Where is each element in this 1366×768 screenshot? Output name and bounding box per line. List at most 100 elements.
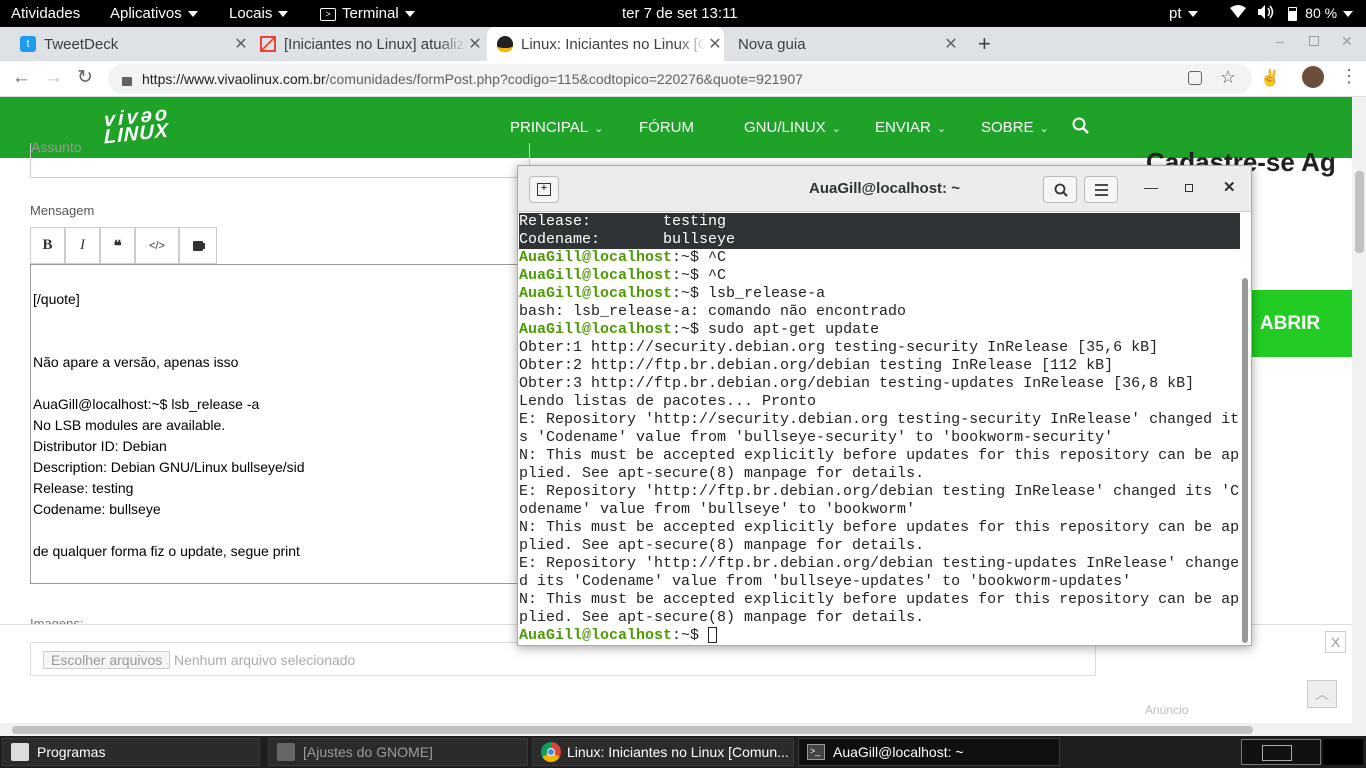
taskbar-item-gnome-tweaks[interactable]: [Ajustes do GNOME] <box>268 738 528 766</box>
minimize-icon[interactable]: — <box>1144 179 1158 195</box>
terminal-app-menu[interactable]: > Terminal <box>320 5 415 22</box>
terminal-prompt: AuaGill@localhost <box>519 285 673 302</box>
chrome-icon <box>541 742 561 762</box>
code-button[interactable]: </> <box>135 227 179 264</box>
chevron-down-icon: ⌄ <box>594 123 604 135</box>
video-button[interactable] <box>179 227 217 264</box>
page-vertical-scrollbar[interactable] <box>1352 97 1366 723</box>
terminal-window: + AuaGill@localhost: ~ — ✕ Release: test… <box>517 165 1252 646</box>
terminal-command: lsb_release-a <box>708 285 826 302</box>
terminal-line: AuaGill@localhost:~$ <box>519 627 1240 645</box>
quote-button[interactable]: ❝ <box>100 227 135 264</box>
back-arrow-icon[interactable]: ← <box>12 67 31 89</box>
bold-label: B <box>42 237 53 253</box>
terminal-line: E: Repository 'http://ftp.br.debian.org/… <box>519 483 1240 501</box>
bold-button[interactable]: B <box>30 227 65 264</box>
site-logo[interactable]: vivəo LINUX <box>104 103 170 149</box>
editor-line: Distributor ID: Debian <box>33 438 167 454</box>
forward-arrow-icon[interactable]: → <box>44 67 63 89</box>
scrollbar-thumb[interactable] <box>12 726 1253 734</box>
open-button[interactable]: ABRIR <box>1252 290 1352 357</box>
terminal-scrollbar[interactable] <box>1242 278 1248 643</box>
maximize-window-icon[interactable] <box>1309 36 1319 46</box>
terminal-line: AuaGill@localhost:~$ lsb_release-a <box>519 285 826 302</box>
terminal-output[interactable]: Release: testing Codename: bullseye AuaGil… <box>519 213 1240 645</box>
address-bar[interactable]: https://www.vivaolinux.com.br/comunidade… <box>108 64 1252 94</box>
subject-input[interactable]: Assunto <box>30 139 530 178</box>
maximize-icon[interactable] <box>1185 184 1193 192</box>
chevron-down-icon: ⌄ <box>936 123 947 135</box>
tab-new[interactable]: Nova guia ✕ <box>728 27 960 61</box>
italic-button[interactable]: I <box>65 227 100 264</box>
page-horizontal-scrollbar[interactable] <box>0 723 1366 736</box>
activities-button[interactable]: Atividades <box>11 5 80 22</box>
taskbar-item-programs[interactable]: Programas <box>2 738 260 766</box>
nav-label: PRINCIPAL <box>510 119 589 136</box>
terminal-line: d its 'Codename' value from 'bullseye-up… <box>519 573 1240 591</box>
scroll-top-button[interactable]: ︿ <box>1307 680 1337 708</box>
terminal-text: d its 'Codename' value from 'bullseye-up… <box>519 573 1132 590</box>
tab-title: Nova guia <box>738 35 806 53</box>
workspace-1[interactable] <box>1241 739 1321 765</box>
tab-gmail[interactable]: [Iniciantes no Linux] atualizar ✕ <box>252 27 484 61</box>
new-tab-button[interactable]: + <box>978 31 991 57</box>
close-ad-button[interactable]: X <box>1325 631 1346 653</box>
wifi-icon[interactable] <box>1230 5 1246 22</box>
battery-indicator[interactable]: 80 % <box>1288 5 1354 22</box>
terminal-line: Lendo listas de pacotes... Pronto <box>519 393 1240 411</box>
close-tab-icon[interactable]: ✕ <box>466 34 484 54</box>
more-vert-icon[interactable]: ⋮ <box>1340 66 1358 87</box>
lock-icon <box>122 76 132 86</box>
italic-label: I <box>80 237 85 253</box>
star-icon[interactable]: ☆ <box>1220 67 1236 88</box>
clock[interactable]: ter 7 de set 13:11 <box>622 5 738 22</box>
programs-icon <box>11 743 29 761</box>
close-icon[interactable]: ✕ <box>1223 178 1236 196</box>
terminal-title: AuaGill@localhost: ~ <box>809 180 960 197</box>
terminal-command: sudo apt-get update <box>708 321 880 338</box>
terminal-text: Obter:2 http://ftp.br.debian.org/debian … <box>519 357 1114 374</box>
nav-sobre[interactable]: SOBRE ⌄ <box>981 119 1049 136</box>
close-tab-icon[interactable]: ✕ <box>232 34 250 54</box>
tab-vivaolinux[interactable]: Linux: Iniciantes no Linux [Comunidade] … <box>487 27 724 61</box>
editor-line: Não apare a versão, apenas isso <box>33 354 239 370</box>
battery-icon <box>1288 7 1297 22</box>
terminal-prompt: AuaGill@localhost <box>519 267 673 284</box>
terminal-text: E: Repository 'http://ftp.br.debian.org/… <box>519 483 1240 500</box>
close-tab-icon[interactable]: ✕ <box>706 34 724 54</box>
terminal-line: bash: lsb_release-a: comando não encontr… <box>519 303 1240 321</box>
keyboard-layout-indicator[interactable]: pt <box>1169 5 1198 22</box>
close-window-icon[interactable]: ✕ <box>1341 33 1353 50</box>
choose-files-button[interactable]: Escolher arquivos <box>43 651 171 669</box>
scrollbar-thumb[interactable] <box>1355 171 1364 253</box>
nav-forum[interactable]: FÓRUM <box>639 119 694 136</box>
search-icon[interactable] <box>1072 117 1089 139</box>
nav-label: ENVIAR <box>875 119 931 136</box>
gnome-tweaks-icon <box>277 743 295 761</box>
nav-enviar[interactable]: ENVIAR ⌄ <box>875 119 946 136</box>
extension-icon[interactable]: ✌ <box>1260 68 1280 88</box>
url-host: https://www.vivaolinux.com.br <box>142 71 326 87</box>
places-menu[interactable]: Locais <box>229 5 289 22</box>
taskbar-item-terminal[interactable]: >_ AuaGill@localhost: ~ <box>798 738 1060 766</box>
workspace-2[interactable] <box>1323 739 1363 765</box>
terminal-line: E: Repository 'http://ftp.br.debian.org/… <box>519 555 1240 573</box>
terminal-text: bash: lsb_release-a: comando não encontr… <box>519 303 907 320</box>
tab-tweetdeck[interactable]: t TweetDeck ✕ <box>12 27 250 61</box>
message-editor[interactable]: [/quote] Não apare a versão, apenas isso… <box>30 264 530 584</box>
taskbar-item-chrome[interactable]: Linux: Iniciantes no Linux [Comun... <box>532 738 794 766</box>
nav-principal[interactable]: PRINCIPAL ⌄ <box>510 119 603 136</box>
profile-avatar[interactable] <box>1302 66 1324 88</box>
reload-icon[interactable]: ↻ <box>77 66 93 89</box>
terminal-line: plied. See apt-secure(8) manpage for det… <box>519 609 1240 627</box>
volume-icon[interactable] <box>1257 5 1275 23</box>
terminal-line: AuaGill@localhost:~$ ^C <box>519 249 727 266</box>
terminal-search-button[interactable] <box>1043 176 1077 203</box>
terminal-line: Obter:2 http://ftp.br.debian.org/debian … <box>519 357 1240 375</box>
minimize-window-icon[interactable]: – <box>1276 33 1284 49</box>
blocked-content-icon[interactable] <box>1188 71 1202 85</box>
close-tab-icon[interactable]: ✕ <box>942 34 960 54</box>
applications-menu[interactable]: Aplicativos <box>110 5 198 22</box>
nav-gnu-linux[interactable]: GNU/LINUX ⌄ <box>744 119 841 136</box>
terminal-menu-button[interactable] <box>1084 176 1118 203</box>
